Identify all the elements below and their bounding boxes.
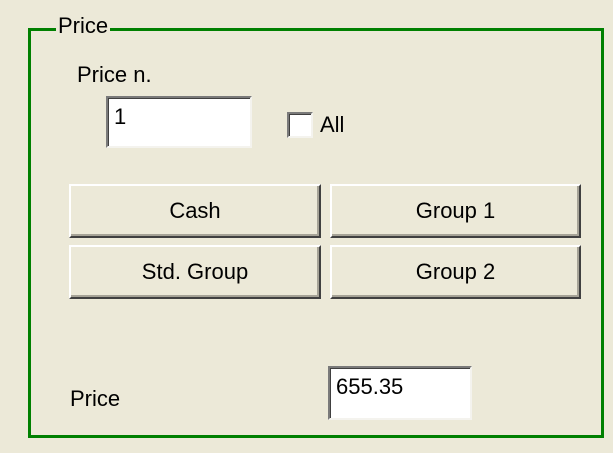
group-1-button[interactable]: Group 1 — [330, 184, 581, 238]
cash-button[interactable]: Cash — [69, 184, 321, 238]
price-n-label: Price n. — [77, 62, 152, 87]
group-2-button[interactable]: Group 2 — [330, 245, 581, 299]
std-group-button[interactable]: Std. Group — [69, 245, 321, 299]
price-groupbox-title: Price — [56, 13, 111, 39]
price-n-input[interactable]: 1 — [106, 96, 252, 148]
all-checkbox[interactable] — [287, 112, 313, 138]
price-input[interactable]: 655.35 — [328, 366, 472, 420]
price-label: Price — [70, 386, 121, 411]
all-checkbox-label[interactable]: All — [320, 112, 344, 138]
